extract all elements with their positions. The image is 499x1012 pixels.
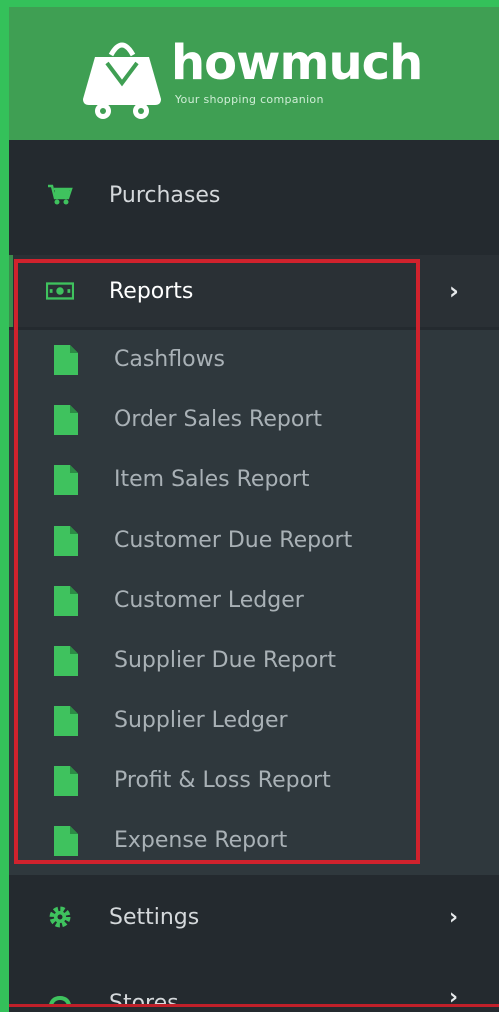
submenu-item-expense-report[interactable]: Expense Report <box>9 811 499 871</box>
cart-icon <box>46 182 74 208</box>
sidebar-item-label: Purchases <box>109 182 221 208</box>
document-icon <box>54 465 78 495</box>
gear-icon <box>46 904 74 930</box>
document-icon <box>54 405 78 435</box>
submenu-item-customer-ledger[interactable]: Customer Ledger <box>9 571 499 631</box>
sidebar-item-reports[interactable]: Reports › <box>9 255 499 327</box>
sidebar-item-purchases[interactable]: Purchases <box>9 165 499 225</box>
submenu-item-order-sales-report[interactable]: Order Sales Report <box>9 390 499 450</box>
submenu-item-label: Profit & Loss Report <box>114 768 331 793</box>
sidebar: howmuch Your shopping companion Purchase… <box>9 7 499 1012</box>
brand-tagline: Your shopping companion <box>175 93 324 106</box>
document-icon <box>54 766 78 796</box>
bottom-red-line <box>9 1004 499 1007</box>
sidebar-item-stores[interactable]: Stores › <box>9 969 499 1007</box>
brand-name: howmuch <box>171 35 423 91</box>
document-icon <box>54 526 78 556</box>
chevron-right-icon[interactable]: › <box>449 905 458 930</box>
chevron-right-icon[interactable]: › <box>449 277 459 305</box>
submenu-item-cashflows[interactable]: Cashflows <box>9 330 499 390</box>
reports-submenu: Cashflows Order Sales Report Item Sales … <box>9 330 499 875</box>
submenu-item-label: Expense Report <box>114 828 288 853</box>
sidebar-item-label: Settings <box>109 904 200 930</box>
submenu-item-label: Supplier Ledger <box>114 708 288 733</box>
submenu-item-profit-loss-report[interactable]: Profit & Loss Report <box>9 751 499 811</box>
document-icon <box>54 345 78 375</box>
document-icon <box>54 586 78 616</box>
submenu-item-supplier-due-report[interactable]: Supplier Due Report <box>9 631 499 691</box>
document-icon <box>54 826 78 856</box>
money-icon <box>46 278 74 304</box>
shopping-bag-logo-icon <box>83 42 161 119</box>
submenu-item-label: Customer Ledger <box>114 588 304 613</box>
active-indicator <box>9 255 13 327</box>
sidebar-item-label: Reports <box>109 278 194 304</box>
submenu-item-label: Order Sales Report <box>114 407 322 432</box>
sidebar-header[interactable]: howmuch Your shopping companion <box>9 7 499 140</box>
submenu-item-label: Cashflows <box>114 347 226 372</box>
frame-left-border <box>0 0 9 1012</box>
frame-top-border <box>0 0 499 7</box>
submenu-item-item-sales-report[interactable]: Item Sales Report <box>9 450 499 510</box>
document-icon <box>54 706 78 736</box>
submenu-item-label: Customer Due Report <box>114 528 353 553</box>
submenu-item-supplier-ledger[interactable]: Supplier Ledger <box>9 691 499 751</box>
submenu-item-customer-due-report[interactable]: Customer Due Report <box>9 511 499 571</box>
sidebar-item-settings[interactable]: Settings › <box>9 887 499 947</box>
document-icon <box>54 646 78 676</box>
submenu-item-label: Item Sales Report <box>114 467 310 492</box>
submenu-item-label: Supplier Due Report <box>114 648 336 673</box>
